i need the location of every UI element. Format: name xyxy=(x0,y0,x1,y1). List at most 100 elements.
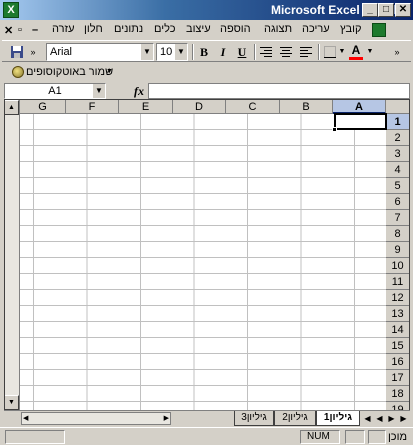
row-header[interactable]: 14 xyxy=(386,322,409,338)
formatting-toolbar: » Arial ▼ 10 ▼ B I U ▼ A ▼ » xyxy=(2,40,411,62)
font-name-combo[interactable]: Arial ▼ xyxy=(46,43,154,61)
column-header-d[interactable]: D xyxy=(173,100,226,114)
tab-nav-next-icon[interactable]: ▶ xyxy=(386,412,397,425)
minimize-button-main[interactable]: _ xyxy=(362,3,378,17)
tab-nav-last-icon[interactable]: ▶ xyxy=(398,412,409,425)
name-box-value: A1 xyxy=(48,85,62,97)
align-left-icon[interactable] xyxy=(298,43,314,61)
active-cell-a1[interactable] xyxy=(332,113,387,132)
row-header[interactable]: 17 xyxy=(386,370,409,386)
italic-button[interactable]: I xyxy=(215,43,231,61)
excel-app-icon[interactable]: X xyxy=(3,2,19,18)
status-panel xyxy=(368,430,386,444)
tab-nav-prev-icon[interactable]: ◀ xyxy=(374,412,385,425)
tab-nav-first-icon[interactable]: ◀ xyxy=(362,412,373,425)
vertical-scrollbar[interactable]: ▲ ▼ xyxy=(5,100,20,410)
column-header-b[interactable]: B xyxy=(280,100,333,114)
fill-handle[interactable] xyxy=(332,127,337,132)
menu-tools[interactable]: כלים xyxy=(154,23,175,35)
mdi-minimize-button[interactable]: – xyxy=(32,24,38,36)
row-header[interactable]: 6 xyxy=(386,194,409,210)
row-header[interactable]: 5 xyxy=(386,178,409,194)
sheet-tab-2[interactable]: גיליון2 xyxy=(274,411,316,426)
autosave-icon[interactable] xyxy=(12,66,24,78)
column-header-f[interactable]: F xyxy=(66,100,119,114)
select-all-corner[interactable] xyxy=(386,100,409,114)
mdi-restore-button[interactable]: ▫ xyxy=(18,24,22,36)
name-box[interactable]: A1 ▼ xyxy=(4,83,106,99)
row-header[interactable]: 7 xyxy=(386,210,409,226)
align-right-icon[interactable] xyxy=(258,43,274,61)
menu-format[interactable]: עיצוב xyxy=(186,23,211,35)
column-header-a[interactable]: A xyxy=(333,100,386,114)
status-bar: מוכן NUM xyxy=(0,427,413,445)
excel-doc-icon[interactable] xyxy=(372,23,386,37)
chevron-down-icon[interactable]: ▼ xyxy=(175,44,187,60)
title-bar: X Microsoft Excel - Book1 xyxy=(0,0,413,20)
font-color-label: A xyxy=(351,43,361,57)
column-header-e[interactable]: E xyxy=(119,100,173,114)
menu-edit[interactable]: עריכה xyxy=(302,23,330,35)
mdi-close-button[interactable]: ✕ xyxy=(4,24,13,37)
scroll-down-icon[interactable]: ▼ xyxy=(5,395,19,410)
toolbar-options-icon[interactable]: » xyxy=(392,43,402,61)
menu-file[interactable]: קובץ xyxy=(340,23,361,35)
horizontal-scrollbar[interactable]: ◀ ▶ xyxy=(21,412,171,425)
underline-button[interactable]: U xyxy=(234,43,250,61)
bold-button[interactable]: B xyxy=(196,43,212,61)
autosave-toolbar: שמור באוטקוסופים ▼ xyxy=(2,63,122,83)
formula-input[interactable] xyxy=(148,83,410,99)
chevron-down-icon[interactable]: ▼ xyxy=(338,43,346,61)
save-icon[interactable] xyxy=(8,43,26,61)
chevron-down-icon[interactable]: ▼ xyxy=(106,68,113,75)
close-button[interactable]: ✕ xyxy=(395,3,411,17)
font-size-combo[interactable]: 10 ▼ xyxy=(156,43,188,61)
insert-function-icon[interactable]: fx xyxy=(134,84,144,99)
row-header[interactable]: 1 xyxy=(386,114,409,130)
row-header[interactable]: 10 xyxy=(386,258,409,274)
menu-insert[interactable]: הוספה xyxy=(220,23,251,35)
row-header[interactable]: 11 xyxy=(386,274,409,290)
font-name-value: Arial xyxy=(50,46,73,58)
status-mode: מוכן xyxy=(387,431,407,443)
row-header[interactable]: 18 xyxy=(386,386,409,402)
menu-window[interactable]: חלון xyxy=(84,23,103,35)
status-panel xyxy=(345,430,365,444)
restore-button[interactable]: □ xyxy=(378,3,394,17)
column-header-c[interactable]: C xyxy=(226,100,280,114)
chevron-down-icon[interactable]: ▼ xyxy=(93,84,105,98)
row-header[interactable]: 15 xyxy=(386,338,409,354)
row-header[interactable]: 16 xyxy=(386,354,409,370)
font-color-button[interactable]: A xyxy=(348,43,364,61)
menu-data[interactable]: נתונים xyxy=(114,23,143,35)
scroll-left-icon[interactable]: ◀ xyxy=(23,413,28,424)
status-panel: NUM xyxy=(300,430,340,444)
scroll-up-icon[interactable]: ▲ xyxy=(5,100,19,115)
row-header[interactable]: 13 xyxy=(386,306,409,322)
menu-help[interactable]: עזרה xyxy=(52,23,74,35)
cell-grid[interactable] xyxy=(20,114,386,410)
chevron-down-icon[interactable]: ▼ xyxy=(366,43,374,61)
row-header[interactable]: 12 xyxy=(386,290,409,306)
worksheet: ▲ ▼ A B C D E F G 1 2 3 4 5 6 7 8 9 10 1… xyxy=(4,99,410,411)
status-num: NUM xyxy=(307,431,330,442)
row-header[interactable]: 9 xyxy=(386,242,409,258)
sheet-tab-3[interactable]: גיליון3 xyxy=(234,411,274,426)
row-header[interactable]: 2 xyxy=(386,130,409,146)
align-center-icon[interactable] xyxy=(278,43,294,61)
chevron-down-icon[interactable]: ▼ xyxy=(141,44,153,60)
autosave-label[interactable]: שמור באוטקוסופים xyxy=(26,66,113,78)
row-header[interactable]: 3 xyxy=(386,146,409,162)
toolbar-separator xyxy=(254,44,256,60)
menu-bar: ✕ ▫ – עזרה חלון נתונים כלים עיצוב הוספה … xyxy=(0,20,413,40)
formula-bar: A1 ▼ fx xyxy=(0,82,413,100)
toolbar-options-icon[interactable]: » xyxy=(28,43,38,61)
column-header-g[interactable]: G xyxy=(20,100,66,114)
sheet-tab-1[interactable]: גיליון1 xyxy=(316,411,360,426)
row-header[interactable]: 4 xyxy=(386,162,409,178)
toolbar-separator xyxy=(192,44,194,60)
scroll-right-icon[interactable]: ▶ xyxy=(164,413,169,424)
row-header[interactable]: 8 xyxy=(386,226,409,242)
borders-icon[interactable] xyxy=(322,43,338,61)
menu-view[interactable]: תצוגה xyxy=(264,23,292,35)
